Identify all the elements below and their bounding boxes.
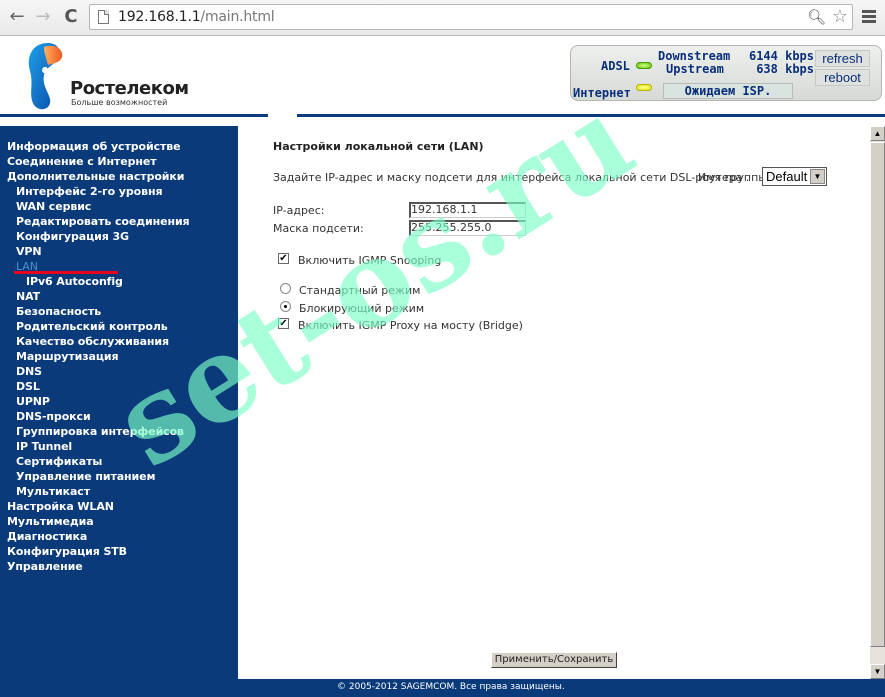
router-header: Ростелеком Больше возможностей ADSL Down… [0,37,885,122]
rate-info: Downstream 6144 kbps Upstream 638 kbps [658,50,814,76]
reboot-button[interactable]: reboot [815,69,870,86]
brand-tagline: Больше возможностей [71,98,168,107]
blocking-mode-radio[interactable] [280,301,291,312]
scroll-up-icon[interactable]: ▲ [870,126,885,141]
scroll-thumb[interactable] [870,142,885,647]
address-bar[interactable]: 192.168.1.1/main.html 🔍︎ ☆ [89,4,853,30]
sidebar-item[interactable]: Конфигурация STB [7,545,127,558]
sidebar-item[interactable]: Качество обслуживания [16,335,169,348]
scrollbar[interactable]: ▲ ▼ [870,126,885,679]
igmp-snooping-label: Включить IGMP Snooping [298,254,442,267]
reload-icon[interactable]: C [60,6,82,28]
sidebar-item[interactable]: DNS-прокси [16,410,91,423]
menu-icon[interactable] [862,10,876,24]
refresh-button[interactable]: refresh [815,50,870,67]
sidebar-item[interactable]: Группировка интерфейсов [16,425,184,438]
mask-label: Маска подсети: [273,222,364,235]
url-text: 192.168.1.1/main.html [118,9,275,25]
copyright-text: © 2005-2012 SAGEMCOM. Все права защищены… [337,682,565,692]
sidebar-item[interactable]: Соединение с Интернет [7,155,157,168]
sidebar-item[interactable]: Конфигурация 3G [16,230,129,243]
sidebar-item[interactable]: Диагностика [7,530,87,543]
sidebar-item[interactable]: IP Tunnel [16,440,72,453]
igmp-snooping-checkbox[interactable]: ✔ [278,253,289,264]
internet-label: Интернет [573,86,631,100]
header-divider-right [297,114,885,117]
url-host: 192.168.1.1 [118,9,201,25]
sidebar-item[interactable]: LAN [16,260,38,273]
star-icon[interactable]: ☆ [832,6,848,27]
sidebar-nav: Информация об устройстве Соединение с Инт… [0,126,238,679]
ip-label: IP-адрес: [273,204,325,217]
sidebar-item[interactable]: DSL [16,380,40,393]
ip-address-input[interactable]: 192.168.1.1 [409,202,526,218]
sidebar-item[interactable]: Управление питанием [16,470,156,483]
sidebar-item[interactable]: IPv6 Autoconfig [26,275,123,288]
group-select-value: Default [766,169,808,184]
blocking-mode-label: Блокирующий режим [299,302,425,315]
sidebar-item[interactable]: Дополнительные настройки [7,170,185,183]
zoom-icon[interactable]: 🔍︎ [807,8,826,26]
group-select[interactable]: Default ▼ [762,167,827,186]
group-label: Имя группы [698,171,767,184]
logo-mark-icon [28,43,63,110]
igmp-proxy-checkbox[interactable]: ✔ [278,318,289,329]
url-path: /main.html [200,9,275,25]
standard-mode-label: Стандартный режим [299,284,421,297]
subnet-mask-input[interactable]: 255.255.255.0 [409,220,526,236]
connection-status-panel: ADSL Downstream 6144 kbps Upstream 638 kbp… [570,45,882,101]
standard-mode-radio[interactable] [280,283,291,294]
description-text: Задайте IP-адрес и маску подсети для инт… [273,171,750,184]
sidebar-item[interactable]: Настройка WLAN [7,500,114,513]
sidebar-item[interactable]: Родительский контроль [16,320,168,333]
sidebar-item[interactable]: WAN сервис [16,200,91,213]
sidebar-item[interactable]: Маршрутизация [16,350,119,363]
upstream-label: Upstream [666,62,724,76]
sidebar-item[interactable]: Безопасность [16,305,101,318]
page-icon [98,10,109,24]
sidebar-item[interactable]: Интерфейс 2-го уровня [16,185,163,198]
sidebar-item[interactable]: Мультикаст [16,485,90,498]
page-title: Настройки локальной сети (LAN) [273,140,484,153]
brand-name: Ростелеком [70,78,189,99]
sidebar-item[interactable]: VPN [16,245,42,258]
header-divider-left [0,114,268,117]
chevron-down-icon[interactable]: ▼ [810,169,825,184]
sidebar-item[interactable]: UPNP [16,395,50,408]
footer: © 2005-2012 SAGEMCOM. Все права защищены… [0,679,885,697]
browser-toolbar: ← → C 192.168.1.1/main.html 🔍︎ ☆ [0,0,885,36]
main-content: Настройки локальной сети (LAN) Задайте I… [238,126,870,679]
internet-led-icon [636,84,652,91]
sidebar-item[interactable]: DNS [16,365,42,378]
adsl-led-icon [636,62,652,69]
apply-save-button[interactable]: Применить/Сохранить [491,652,617,668]
sidebar-item[interactable]: NAT [16,290,40,303]
sidebar-item[interactable]: Управление [7,560,83,573]
sidebar-item[interactable]: Сертификаты [16,455,102,468]
sidebar-item[interactable]: Редактировать соединения [16,215,190,228]
upstream-value: 638 kbps [756,62,814,76]
adsl-label: ADSL [601,59,630,73]
scroll-down-icon[interactable]: ▼ [870,664,885,679]
back-arrow-icon[interactable]: ← [6,6,28,28]
igmp-proxy-label: Включить IGMP Proxy на мосту (Bridge) [298,319,523,332]
isp-status: Ожидаем ISP. [663,83,793,99]
rostelecom-logo: Ростелеком Больше возможностей [24,41,204,111]
sidebar-item[interactable]: Информация об устройстве [7,140,181,153]
sidebar-item[interactable]: Мультимедиа [7,515,94,528]
forward-arrow-icon[interactable]: → [32,6,54,28]
